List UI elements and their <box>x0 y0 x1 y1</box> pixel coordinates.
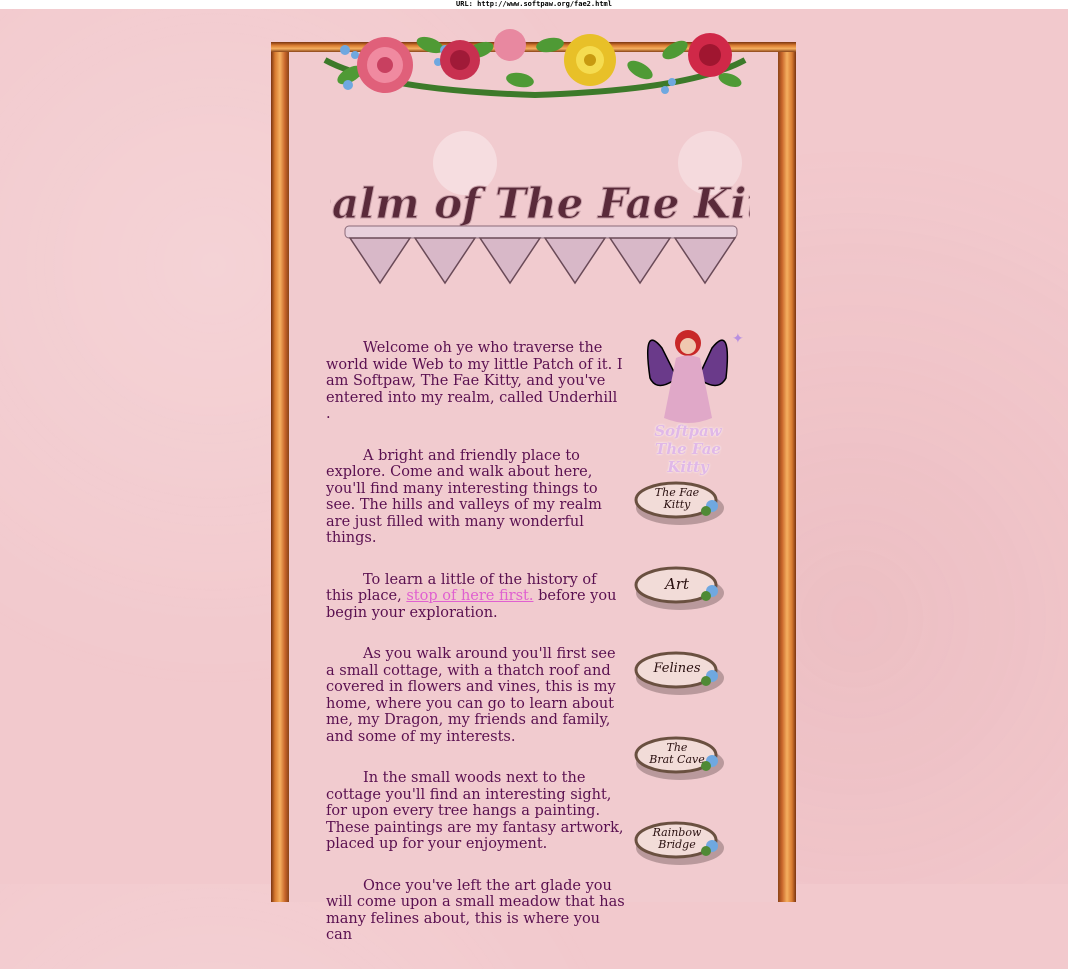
nav-button-fae-kitty[interactable]: The Fae Kitty <box>634 478 734 533</box>
paragraph-meadow: Once you've left the art glade you will … <box>326 877 625 944</box>
realm-of-the-fae-kitty-title-image: Realm of The Fae Kitty <box>330 131 750 285</box>
nav-button-label: Felines <box>653 661 701 676</box>
paragraph-art-woods: In the small woods next to the cottage y… <box>326 770 624 852</box>
history-link[interactable]: stop of here first. <box>406 588 533 604</box>
paragraph-bright-place: A bright and friendly place to explore. … <box>326 447 602 547</box>
nav-button-label: Rainbow Bridge <box>652 826 702 851</box>
welcome-text: Welcome oh ye who traverse the world wid… <box>326 340 626 969</box>
rose-garland-image <box>323 29 747 99</box>
nav-button-brat-cave[interactable]: The Brat Cave <box>634 733 734 788</box>
nav-button-rainbow-bridge[interactable]: Rainbow Bridge <box>634 818 734 873</box>
nav-button-label: The Brat Cave <box>649 741 705 766</box>
nav-button-art[interactable]: Art <box>634 563 734 618</box>
paragraph-history: To learn a little of the history of this… <box>326 572 626 622</box>
nav-button-label: The Fae Kitty <box>654 486 700 511</box>
svg-text:✦: ✦ <box>732 331 744 347</box>
nav-button-felines[interactable]: Felines <box>634 648 734 703</box>
fairy-caption-name: Softpaw <box>654 422 722 440</box>
paragraph-cottage: As you walk around you'll first see a sm… <box>326 646 616 745</box>
fairy-caption-title: The Fae Kitty <box>655 440 721 476</box>
paragraph-welcome: Welcome oh ye who traverse the world wid… <box>326 340 623 422</box>
nav-button-label: Art <box>664 575 690 593</box>
title-art-text: Realm of The Fae Kitty <box>330 179 750 228</box>
url-bar: URL: http://www.softpaw.org/fae2.html <box>0 0 1068 9</box>
fairy-caption: Softpaw The Fae Kitty <box>632 422 744 476</box>
